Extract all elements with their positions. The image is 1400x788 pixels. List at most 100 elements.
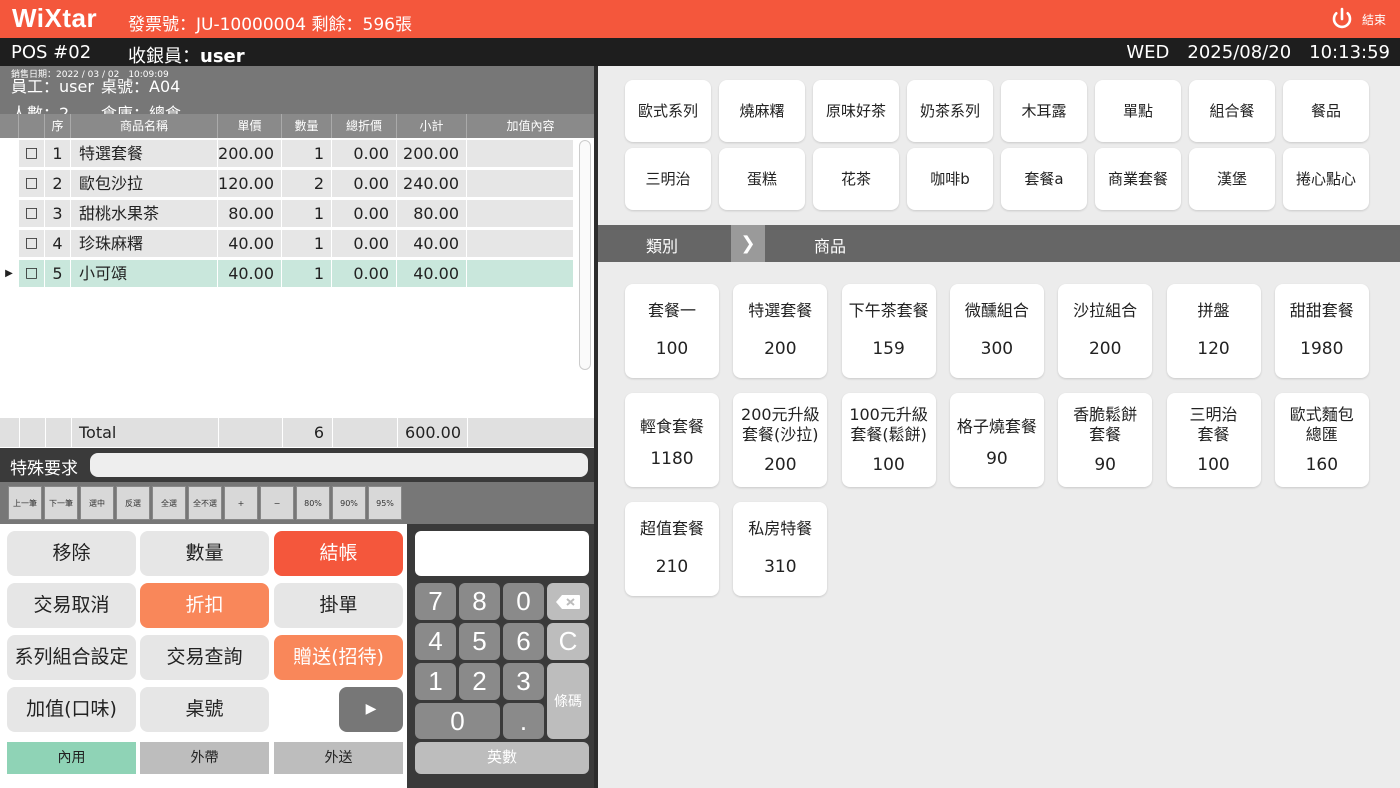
remove-button[interactable]: 移除 xyxy=(7,531,136,576)
product-button[interactable]: 套餐一 100 xyxy=(625,284,719,378)
table-row[interactable]: □ 4 珍珠麻糬 40.00 1 0.00 40.00 xyxy=(0,230,576,257)
product-button[interactable]: 下午茶套餐 159 xyxy=(841,284,936,378)
product-name-line2: 總匯 xyxy=(1305,425,1338,444)
breadcrumb-category[interactable]: 類別 xyxy=(646,233,678,257)
transaction-query-button[interactable]: 交易查詢 xyxy=(140,635,269,680)
row-checkbox[interactable]: □ xyxy=(19,230,45,257)
key-2[interactable]: 2 xyxy=(459,663,500,700)
category-button[interactable]: 蛋糕 xyxy=(719,148,805,210)
decimal-key[interactable]: . xyxy=(503,703,544,739)
key-0[interactable]: 0 xyxy=(415,703,500,739)
product-name: 格子燒套餐 xyxy=(956,417,1037,436)
gift-button[interactable]: 贈送(招待) xyxy=(274,635,403,680)
quick-button[interactable]: 80% xyxy=(296,486,330,520)
category-button[interactable]: 漢堡 xyxy=(1189,148,1275,210)
quick-button[interactable]: 90% xyxy=(332,486,366,520)
dine-in-button[interactable]: 內用 xyxy=(7,742,136,774)
category-button[interactable]: 三明治 xyxy=(625,148,711,210)
hold-order-button[interactable]: 掛單 xyxy=(274,583,403,628)
category-button[interactable]: 歐式系列 xyxy=(625,80,711,142)
key-3[interactable]: 3 xyxy=(503,663,544,700)
category-button[interactable]: 商業套餐 xyxy=(1095,148,1181,210)
quick-button[interactable]: + xyxy=(224,486,258,520)
play-button[interactable]: ▶ xyxy=(339,687,403,732)
logout-button[interactable]: 結束 xyxy=(1362,11,1386,28)
cancel-transaction-button[interactable]: 交易取消 xyxy=(7,583,136,628)
category-button[interactable]: 花茶 xyxy=(813,148,899,210)
combo-setting-button[interactable]: 系列組合設定 xyxy=(7,635,136,680)
product-button[interactable]: 100元升級 套餐(鬆餅) 100 xyxy=(841,393,936,487)
table-row[interactable]: ▶ □ 5 小可頌 40.00 1 0.00 40.00 xyxy=(0,260,576,287)
key-1[interactable]: 1 xyxy=(415,663,456,700)
category-button[interactable]: 組合餐 xyxy=(1189,80,1275,142)
cashier-label: 收銀員： xyxy=(128,46,200,67)
backspace-key[interactable] xyxy=(547,583,589,620)
product-button[interactable]: 甜甜套餐 1980 xyxy=(1274,284,1369,378)
row-checkbox[interactable]: □ xyxy=(19,170,45,197)
product-button[interactable]: 輕食套餐 1180 xyxy=(625,393,719,487)
quick-button[interactable]: − xyxy=(260,486,294,520)
product-button[interactable]: 香脆鬆餅 套餐 90 xyxy=(1058,393,1153,487)
row-name: 特選套餐 xyxy=(71,140,218,167)
barcode-key[interactable]: 條碼 xyxy=(547,663,589,739)
quick-button[interactable]: 反選 xyxy=(116,486,150,520)
quick-button[interactable]: 下一筆 xyxy=(44,486,78,520)
product-name: 100元升級 xyxy=(849,405,928,424)
product-name: 微醺組合 xyxy=(964,301,1029,320)
alphanumeric-key[interactable]: 英數 xyxy=(415,742,589,774)
quick-button[interactable]: 全不選 xyxy=(188,486,222,520)
key-8[interactable]: 8 xyxy=(459,583,500,620)
table-row[interactable]: □ 3 甜桃水果茶 80.00 1 0.00 80.00 xyxy=(0,200,576,227)
delivery-button[interactable]: 外送 xyxy=(274,742,403,774)
key-6[interactable]: 6 xyxy=(503,623,544,660)
clear-key[interactable]: C xyxy=(547,623,589,660)
category-button[interactable]: 單點 xyxy=(1095,80,1181,142)
product-button[interactable]: 私房特餐 310 xyxy=(733,502,828,596)
quick-button[interactable]: 95% xyxy=(368,486,402,520)
checkout-button[interactable]: 結帳 xyxy=(274,531,403,576)
takeout-button[interactable]: 外帶 xyxy=(140,742,269,774)
quick-button[interactable]: 上一筆 xyxy=(8,486,42,520)
category-button[interactable]: 套餐a xyxy=(1001,148,1087,210)
row-checkbox[interactable]: □ xyxy=(19,260,45,287)
product-button[interactable]: 格子燒套餐 90 xyxy=(949,393,1044,487)
row-price: 40.00 xyxy=(218,230,282,257)
key-0-top[interactable]: 0 xyxy=(503,583,544,620)
quick-button[interactable]: 全選 xyxy=(152,486,186,520)
category-button[interactable]: 捲心點心 xyxy=(1283,148,1369,210)
category-button[interactable]: 原味好茶 xyxy=(813,80,899,142)
keypad-display[interactable] xyxy=(415,531,589,576)
key-4[interactable]: 4 xyxy=(415,623,456,660)
category-button[interactable]: 木耳露 xyxy=(1001,80,1087,142)
product-price: 210 xyxy=(655,557,689,577)
key-7[interactable]: 7 xyxy=(415,583,456,620)
product-button[interactable]: 歐式麵包 總匯 160 xyxy=(1274,393,1369,487)
product-button[interactable]: 沙拉組合 200 xyxy=(1058,284,1153,378)
special-request-input[interactable] xyxy=(90,453,588,477)
table-row[interactable]: □ 1 特選套餐 200.00 1 0.00 200.00 xyxy=(0,140,576,167)
category-button[interactable]: 奶茶系列 xyxy=(907,80,993,142)
quick-button[interactable]: 選中 xyxy=(80,486,114,520)
table-number-button[interactable]: 桌號 xyxy=(140,687,269,732)
discount-button[interactable]: 折扣 xyxy=(140,583,269,628)
category-button[interactable]: 咖啡b xyxy=(907,148,993,210)
row-checkbox[interactable]: □ xyxy=(19,140,45,167)
product-button[interactable]: 特選套餐 200 xyxy=(733,284,828,378)
row-checkbox[interactable]: □ xyxy=(19,200,45,227)
product-price: 200 xyxy=(764,455,797,475)
top-bar: WiXtar 發票號：JU-10000004 剩餘：596張 結束 xyxy=(0,0,1400,38)
product-button[interactable]: 拼盤 120 xyxy=(1166,284,1261,378)
quantity-button[interactable]: 數量 xyxy=(140,531,269,576)
key-5[interactable]: 5 xyxy=(459,623,500,660)
power-icon[interactable] xyxy=(1330,7,1354,31)
product-button[interactable]: 微醺組合 300 xyxy=(949,284,1044,378)
product-button[interactable]: 超值套餐 210 xyxy=(625,502,719,596)
addon-flavor-button[interactable]: 加值(口味) xyxy=(7,687,136,732)
product-button[interactable]: 三明治 套餐 100 xyxy=(1166,393,1261,487)
product-button[interactable]: 200元升級 套餐(沙拉) 200 xyxy=(733,393,828,487)
table-row[interactable]: □ 2 歐包沙拉 120.00 2 0.00 240.00 xyxy=(0,170,576,197)
table-scrollbar[interactable] xyxy=(579,140,591,370)
category-button[interactable]: 餐品 xyxy=(1283,80,1369,142)
category-button[interactable]: 燒麻糬 xyxy=(719,80,805,142)
product-name: 下午茶套餐 xyxy=(848,301,929,320)
